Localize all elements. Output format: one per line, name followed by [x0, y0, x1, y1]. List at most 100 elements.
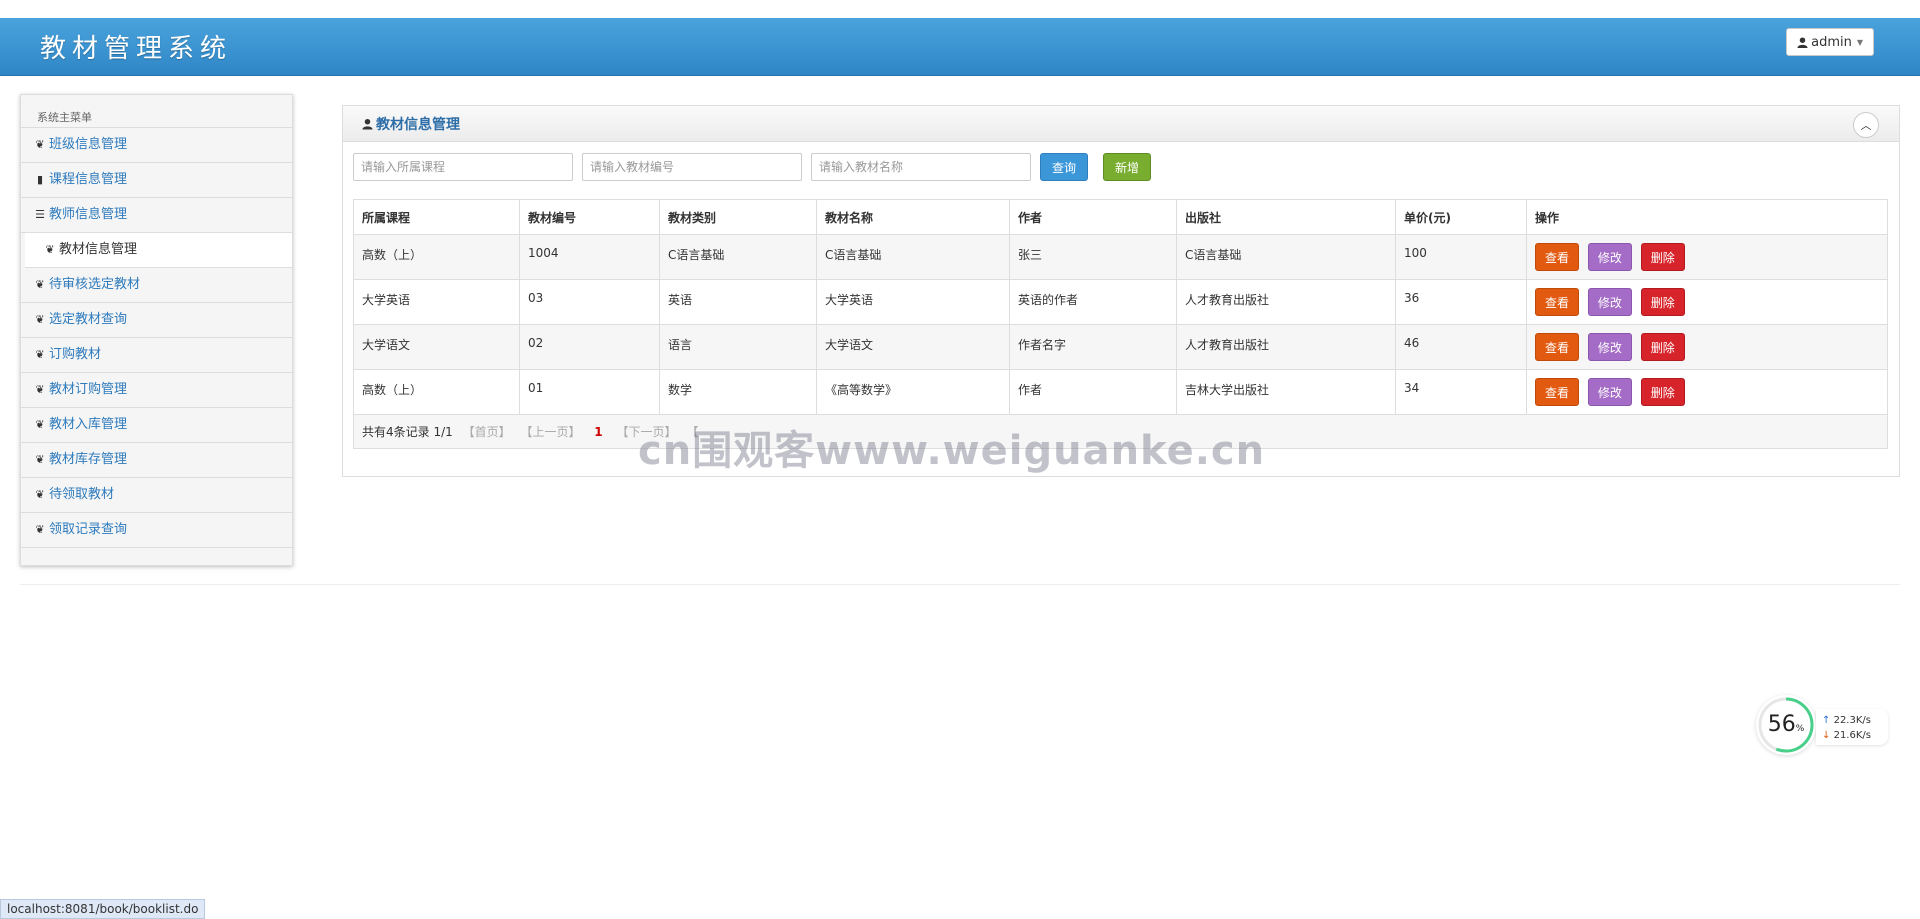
table-cell: 《高等数学》: [816, 369, 1010, 415]
download-speed: 21.6K/s: [1833, 730, 1871, 741]
table-cell: 英语的作者: [1009, 279, 1177, 325]
sidebar-header: 系统主菜单: [21, 95, 292, 128]
leaf-icon: ❦: [35, 523, 45, 536]
column-header: 单价(元): [1395, 199, 1527, 235]
upload-arrow-icon: ↑: [1822, 715, 1831, 726]
sidebar-item-label: 班级信息管理: [49, 137, 128, 152]
table-header-row: 所属课程 教材编号 教材类别 教材名称 作者 出版社 单价(元) 操作: [353, 199, 1888, 235]
list-icon: ☰: [35, 208, 45, 221]
leaf-icon: ❦: [35, 138, 45, 151]
row-actions: 查看 修改 删除: [1526, 279, 1888, 325]
leaf-icon: ❦: [35, 313, 45, 326]
sidebar-item-label: 待领取教材: [49, 487, 115, 502]
name-search-input[interactable]: [811, 153, 1031, 181]
table-cell: 36: [1395, 279, 1527, 325]
usage-percent: 56%: [1767, 712, 1805, 737]
column-header: 教材名称: [816, 199, 1010, 235]
table-row: 大学语文 02 语言 大学语文 作者名字 人才教育出版社 46 查看 修改 删除: [353, 324, 1888, 370]
view-button[interactable]: 查看: [1535, 333, 1580, 361]
column-header: 教材编号: [519, 199, 660, 235]
sidebar-menu: 系统主菜单 ❦ 班级信息管理 ▮ 课程信息管理 ☰ 教师信息管理 ❦ 教材信息管…: [20, 94, 293, 566]
leaf-icon: ❦: [35, 453, 45, 466]
top-header: 教材管理系统 admin ▼: [0, 18, 1920, 76]
table-cell: 高数（上）: [353, 369, 520, 415]
table-cell: 人才教育出版社: [1176, 279, 1396, 325]
app-title: 教材管理系统: [40, 34, 233, 64]
sidebar-item-stock-in[interactable]: ❦ 教材入库管理: [21, 408, 292, 443]
delete-button[interactable]: 删除: [1640, 333, 1685, 361]
sidebar-item-order-textbook[interactable]: ❦ 订购教材: [21, 338, 292, 373]
sidebar-item-pending-pickup[interactable]: ❦ 待领取教材: [21, 478, 292, 513]
table-cell: 34: [1395, 369, 1527, 415]
collapse-panel-button[interactable]: ︿: [1853, 112, 1879, 138]
sidebar-item-course-info[interactable]: ▮ 课程信息管理: [21, 163, 292, 198]
sidebar-item-teacher-info[interactable]: ☰ 教师信息管理: [21, 198, 292, 233]
view-button[interactable]: 查看: [1535, 288, 1580, 316]
user-name: admin: [1811, 34, 1852, 50]
usage-gauge: 56%: [1756, 695, 1816, 755]
sidebar-item-class-info[interactable]: ❦ 班级信息管理: [21, 128, 292, 163]
sidebar-item-selected-query[interactable]: ❦ 选定教材查询: [21, 303, 292, 338]
column-header: 操作: [1526, 199, 1888, 235]
sidebar-item-label: 订购教材: [49, 347, 102, 362]
edit-button[interactable]: 修改: [1587, 333, 1632, 361]
sidebar-item-label: 领取记录查询: [49, 522, 128, 537]
view-button[interactable]: 查看: [1535, 243, 1580, 271]
table-cell: 语言: [659, 324, 817, 370]
table-cell: C语言基础: [659, 234, 817, 280]
code-search-input[interactable]: [582, 153, 802, 181]
delete-button[interactable]: 删除: [1640, 288, 1685, 316]
leaf-icon: ❦: [35, 488, 45, 501]
sidebar-item-textbook-info[interactable]: ❦ 教材信息管理: [25, 233, 292, 268]
table-cell: 数学: [659, 369, 817, 415]
row-actions: 查看 修改 删除: [1526, 369, 1888, 415]
chevron-down-icon: ▼: [1856, 37, 1863, 47]
table-cell: 02: [519, 324, 660, 370]
network-monitor-widget[interactable]: 56% ↑ 22.3K/s ↓ 21.6K/s: [1756, 695, 1888, 755]
query-button[interactable]: 查询: [1040, 153, 1089, 181]
row-actions: 查看 修改 删除: [1526, 324, 1888, 370]
record-summary: 共有4条记录 1/1: [362, 425, 453, 439]
table-cell: 03: [519, 279, 660, 325]
search-bar: 查询 新增: [353, 153, 1152, 181]
sidebar-item-pending-review[interactable]: ❦ 待审核选定教材: [21, 268, 292, 303]
watermark-text: cn围观客www.weiguanke.cn: [638, 428, 1266, 474]
panel-header: 教材信息管理: [343, 106, 1899, 142]
sidebar-item-label: 待审核选定教材: [49, 277, 141, 292]
row-actions: 查看 修改 删除: [1526, 234, 1888, 280]
sidebar-item-label: 教材库存管理: [49, 452, 128, 467]
delete-button[interactable]: 删除: [1640, 243, 1685, 271]
leaf-icon: ❦: [45, 243, 55, 256]
status-bar-url: localhost:8081/book/booklist.do: [0, 899, 206, 919]
prev-page-link[interactable]: 【上一页】: [520, 425, 580, 439]
sidebar-item-label: 教师信息管理: [49, 207, 128, 222]
table-cell: 大学英语: [816, 279, 1010, 325]
table-cell: 100: [1395, 234, 1527, 280]
upload-speed: 22.3K/s: [1833, 715, 1871, 726]
table-row: 高数（上） 01 数学 《高等数学》 作者 吉林大学出版社 34 查看 修改 删…: [353, 369, 1888, 415]
table-cell: 01: [519, 369, 660, 415]
column-header: 作者: [1009, 199, 1177, 235]
first-page-link[interactable]: 【首页】: [463, 425, 511, 439]
table-cell: 大学语文: [816, 324, 1010, 370]
edit-button[interactable]: 修改: [1587, 243, 1632, 271]
sidebar-item-label: 教材入库管理: [49, 417, 128, 432]
edit-button[interactable]: 修改: [1587, 288, 1632, 316]
current-page: 1: [594, 425, 603, 439]
user-icon: [362, 118, 373, 129]
sidebar-item-inventory[interactable]: ❦ 教材库存管理: [21, 443, 292, 478]
edit-button[interactable]: 修改: [1587, 378, 1632, 406]
sidebar-item-order-management[interactable]: ❦ 教材订购管理: [21, 373, 292, 408]
view-button[interactable]: 查看: [1535, 378, 1580, 406]
add-button[interactable]: 新增: [1103, 153, 1152, 181]
sidebar-item-label: 选定教材查询: [49, 312, 128, 327]
user-menu-button[interactable]: admin ▼: [1786, 28, 1874, 56]
delete-button[interactable]: 删除: [1640, 378, 1685, 406]
speed-readout: ↑ 22.3K/s ↓ 21.6K/s: [1816, 709, 1888, 745]
column-header: 所属课程: [353, 199, 520, 235]
table-cell: 1004: [519, 234, 660, 280]
sidebar-item-pickup-records[interactable]: ❦ 领取记录查询: [21, 513, 292, 548]
course-search-input[interactable]: [353, 153, 573, 181]
column-header: 教材类别: [659, 199, 817, 235]
table-cell: 吉林大学出版社: [1176, 369, 1396, 415]
